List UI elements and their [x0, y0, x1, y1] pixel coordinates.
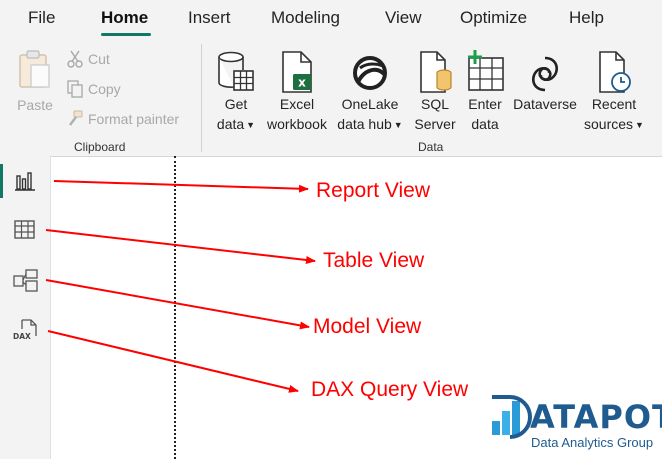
arrow-report-view [53, 180, 309, 193]
callout-dax-query-view: DAX Query View [311, 378, 469, 401]
arrow-model-view [45, 279, 310, 330]
callout-report-view: Report View [316, 179, 431, 202]
datapot-logo-word: ATAPOT [530, 398, 662, 436]
datapot-logo-subtitle: Data Analytics Group [531, 435, 654, 450]
arrow-table-view [45, 229, 316, 264]
callout-model-view: Model View [313, 315, 422, 338]
datapot-logo-mark [492, 395, 532, 439]
callout-table-view: Table View [323, 249, 425, 272]
arrow-dax-query-view [47, 330, 299, 393]
